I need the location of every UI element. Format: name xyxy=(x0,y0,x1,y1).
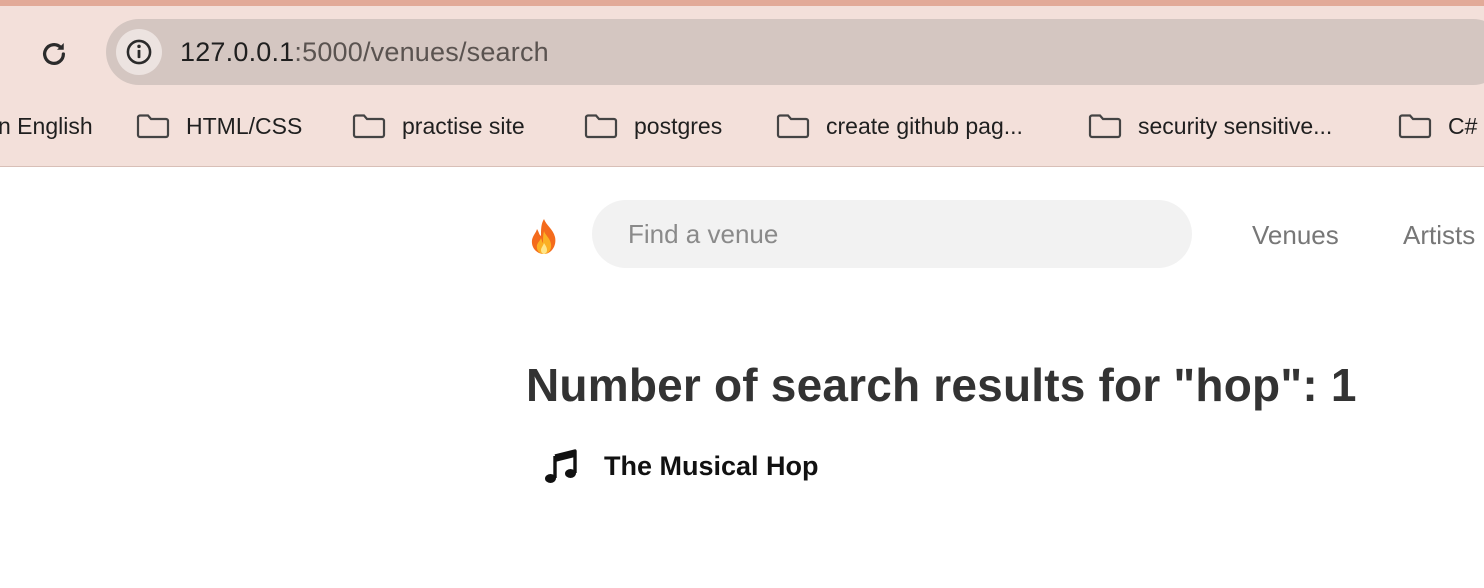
reload-button[interactable] xyxy=(34,34,74,74)
folder-icon xyxy=(1398,113,1432,139)
bookmark-label: n English xyxy=(0,112,93,139)
folder-icon xyxy=(1088,113,1122,139)
bookmark-practise-site[interactable]: practise site xyxy=(352,104,525,148)
folder-icon xyxy=(136,113,170,139)
bookmark-html-css[interactable]: HTML/CSS xyxy=(136,104,302,148)
fire-icon[interactable] xyxy=(526,217,562,257)
music-note-icon xyxy=(544,448,578,484)
search-input[interactable] xyxy=(592,200,1192,268)
url-path: :5000/venues/search xyxy=(294,37,549,67)
url-host: 127.0.0.1 xyxy=(180,37,295,67)
bookmark-label: create github pag... xyxy=(826,112,1023,139)
bookmark-label: practise site xyxy=(402,112,525,139)
bookmark-label: postgres xyxy=(634,112,723,139)
bookmark-english[interactable]: n English xyxy=(0,104,93,148)
info-icon xyxy=(125,38,153,66)
address-bar[interactable]: 127.0.0.1:5000/venues/search xyxy=(106,19,1484,85)
result-name: The Musical Hop xyxy=(604,450,819,481)
bookmark-postgres[interactable]: postgres xyxy=(584,104,722,148)
nav-link-artists[interactable]: Artists xyxy=(1403,220,1475,251)
bookmarks-bar: n English HTML/CSS practise site postgre… xyxy=(0,104,1484,148)
folder-icon xyxy=(352,113,386,139)
site-info-button[interactable] xyxy=(116,29,162,75)
bookmark-security[interactable]: security sensitive... xyxy=(1088,104,1332,148)
results-heading: Number of search results for "hop": 1 xyxy=(526,359,1357,411)
tab-strip xyxy=(0,0,1484,6)
nav-link-venues[interactable]: Venues xyxy=(1252,220,1339,251)
bookmark-label: C# xyxy=(1448,112,1478,139)
reload-icon xyxy=(39,39,69,69)
browser-chrome: 127.0.0.1:5000/venues/search n English H… xyxy=(0,0,1484,167)
result-item[interactable]: The Musical Hop xyxy=(544,448,819,484)
bookmark-label: security sensitive... xyxy=(1138,112,1333,139)
bookmark-csharp[interactable]: C# xyxy=(1398,104,1477,148)
url-text[interactable]: 127.0.0.1:5000/venues/search xyxy=(180,19,549,85)
bookmark-github-pages[interactable]: create github pag... xyxy=(776,104,1023,148)
folder-icon xyxy=(584,113,618,139)
bookmark-label: HTML/CSS xyxy=(186,112,303,139)
folder-icon xyxy=(776,113,810,139)
